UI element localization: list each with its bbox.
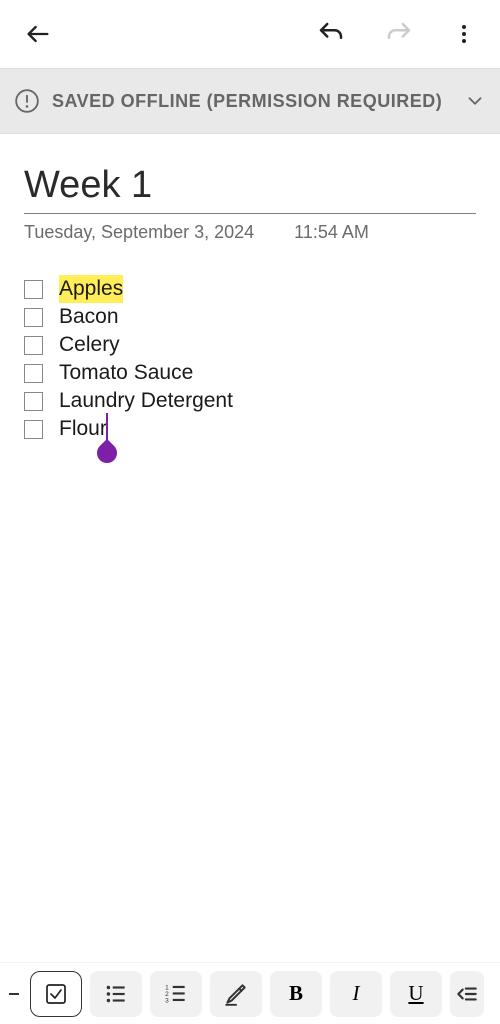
- alert-circle-icon: [14, 88, 40, 114]
- toolbar-underline-button[interactable]: U: [390, 971, 442, 1017]
- toolbar-bold-button[interactable]: B: [270, 971, 322, 1017]
- note-date: Tuesday, September 3, 2024: [24, 222, 254, 243]
- bold-icon: B: [289, 981, 303, 1006]
- chevron-down-icon: [464, 90, 486, 112]
- underline-icon: U: [408, 981, 423, 1006]
- toolbar-italic-button[interactable]: I: [330, 971, 382, 1017]
- list-item[interactable]: Apples: [24, 275, 476, 303]
- note-page: Week 1 Tuesday, September 3, 2024 11:54 …: [0, 134, 500, 443]
- list-item[interactable]: Flour: [24, 415, 476, 443]
- italic-icon: I: [353, 981, 360, 1006]
- back-button[interactable]: [18, 14, 58, 54]
- toolbar-highlight-button[interactable]: [210, 971, 262, 1017]
- list-item[interactable]: Tomato Sauce: [24, 359, 476, 387]
- undo-button[interactable]: [310, 13, 352, 55]
- bottom-toolbar: 123 B I U: [0, 962, 500, 1024]
- list-item[interactable]: Bacon: [24, 303, 476, 331]
- minus-icon: [8, 971, 22, 1017]
- toolbar-outdent-button[interactable]: [450, 971, 484, 1017]
- list-item-text[interactable]: Tomato Sauce: [59, 359, 193, 387]
- list-item-text[interactable]: Laundry Detergent: [59, 387, 233, 415]
- list-item[interactable]: Laundry Detergent: [24, 387, 476, 415]
- redo-button[interactable]: [378, 13, 420, 55]
- svg-text:3: 3: [165, 997, 169, 1004]
- toolbar-bulleted-list-button[interactable]: [90, 971, 142, 1017]
- checkbox[interactable]: [24, 364, 43, 383]
- banner-message: SAVED OFFLINE (PERMISSION REQUIRED): [52, 91, 452, 112]
- bulleted-list-icon: [103, 981, 129, 1007]
- checkbox[interactable]: [24, 392, 43, 411]
- more-vertical-icon: [452, 20, 476, 48]
- arrow-left-icon: [24, 20, 52, 48]
- cursor-handle-icon[interactable]: [93, 439, 121, 467]
- numbered-list-icon: 123: [163, 981, 189, 1007]
- list-item-text[interactable]: Celery: [59, 331, 120, 359]
- redo-icon: [384, 19, 414, 49]
- checkbox-icon: [44, 982, 68, 1006]
- note-time: 11:54 AM: [294, 222, 369, 243]
- toolbar-prev-button[interactable]: [8, 971, 22, 1017]
- list-item-text[interactable]: Bacon: [59, 303, 119, 331]
- more-button[interactable]: [446, 14, 482, 54]
- undo-icon: [316, 19, 346, 49]
- list-item[interactable]: Celery: [24, 331, 476, 359]
- checkbox[interactable]: [24, 280, 43, 299]
- list-item-text[interactable]: Flour: [59, 417, 107, 440]
- toolbar-numbered-list-button[interactable]: 123: [150, 971, 202, 1017]
- offline-banner[interactable]: SAVED OFFLINE (PERMISSION REQUIRED): [0, 68, 500, 134]
- list-item-text[interactable]: Apples: [59, 275, 123, 303]
- checkbox[interactable]: [24, 420, 43, 439]
- date-row: Tuesday, September 3, 2024 11:54 AM: [24, 222, 476, 243]
- checkbox[interactable]: [24, 308, 43, 327]
- highlighter-icon: [223, 981, 249, 1007]
- page-title[interactable]: Week 1: [24, 164, 476, 213]
- todo-list[interactable]: ApplesBaconCeleryTomato SauceLaundry Det…: [24, 275, 476, 443]
- checkbox[interactable]: [24, 336, 43, 355]
- top-toolbar: [0, 0, 500, 68]
- toolbar-todo-button[interactable]: [30, 971, 82, 1017]
- outdent-icon: [454, 981, 480, 1007]
